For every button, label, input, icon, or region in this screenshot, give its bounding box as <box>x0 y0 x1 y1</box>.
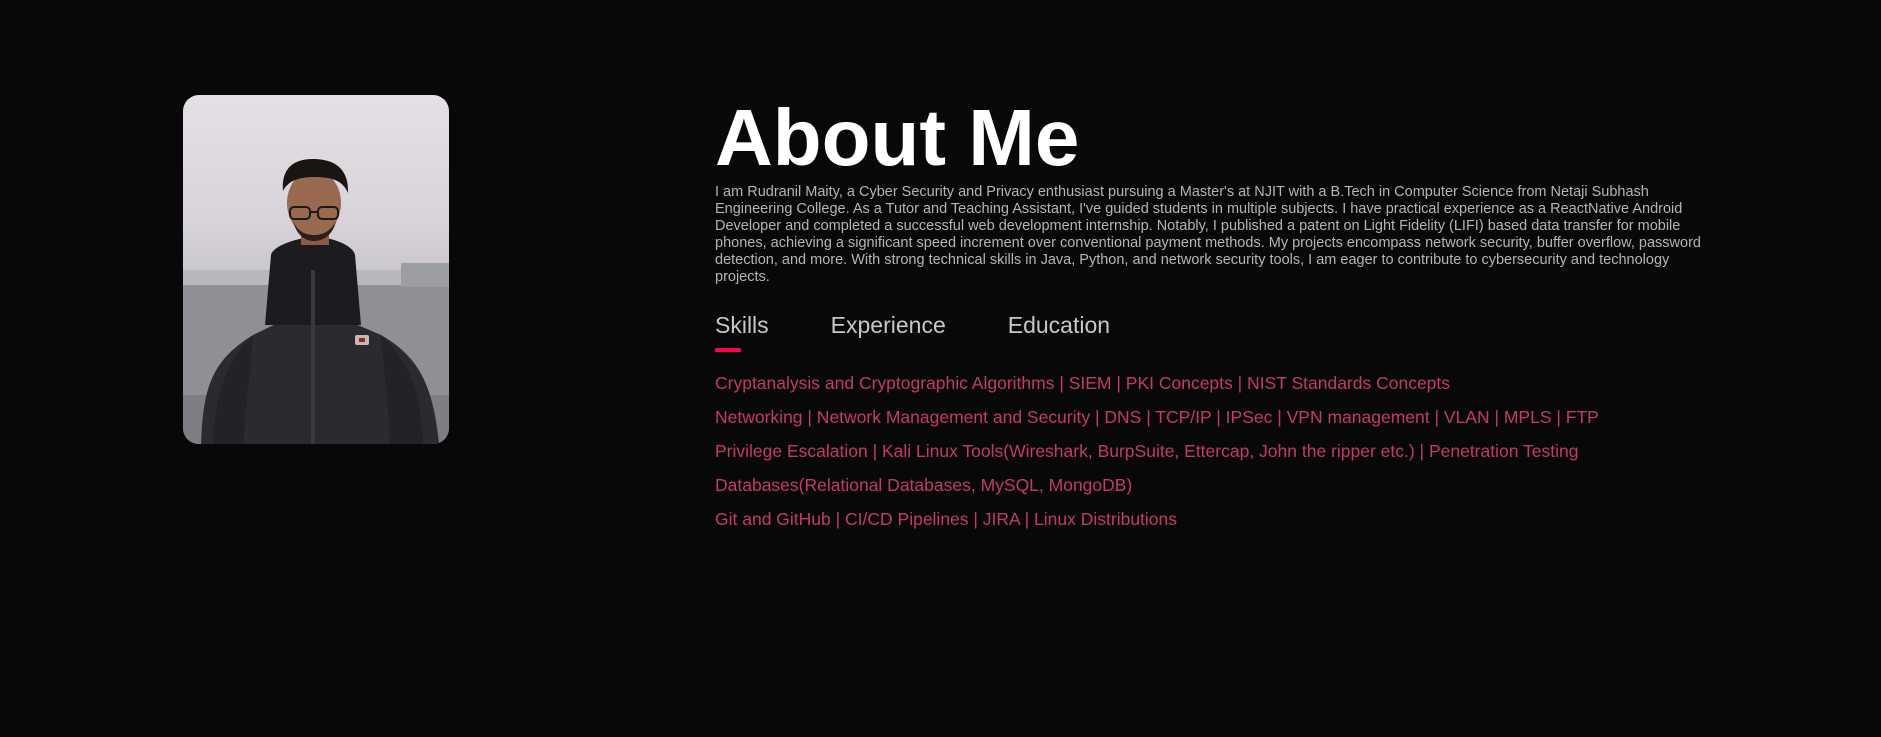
list-item: Git and GitHub | CI/CD Pipelines | JIRA … <box>715 509 1178 529</box>
tab-experience[interactable]: Experience <box>831 310 946 358</box>
profile-photo <box>183 95 449 444</box>
tab-bar: Skills Experience Education <box>715 310 1705 358</box>
list-item: Privilege Escalation | Kali Linux Tools(… <box>715 441 1579 461</box>
skills-list: Cryptanalysis and Cryptographic Algorith… <box>715 366 1705 536</box>
about-section: About Me I am Rudranil Maity, a Cyber Se… <box>0 0 1881 737</box>
tab-education[interactable]: Education <box>1008 310 1110 358</box>
page-title: About Me <box>715 93 1080 182</box>
list-item: Databases(Relational Databases, MySQL, M… <box>715 475 1133 495</box>
about-content: About Me I am Rudranil Maity, a Cyber Se… <box>715 92 1705 536</box>
list-item: Networking | Network Management and Secu… <box>715 407 1599 427</box>
bio-paragraph: I am Rudranil Maity, a Cyber Security an… <box>715 184 1701 285</box>
list-item: Cryptanalysis and Cryptographic Algorith… <box>715 373 1451 393</box>
tab-skills[interactable]: Skills <box>715 310 769 358</box>
profile-photo-illustration <box>183 159 449 444</box>
